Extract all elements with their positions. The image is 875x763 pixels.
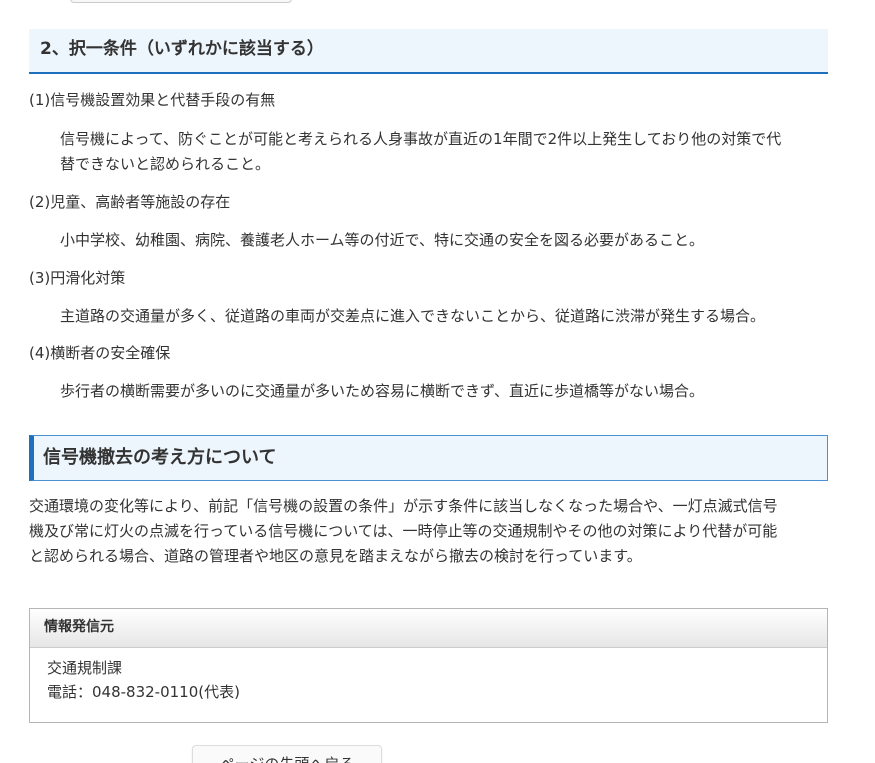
main-content: 2、択一条件（いずれかに該当する） (1)信号機設置効果と代替手段の有無 信号機…: [29, 29, 828, 723]
info-source-box: 情報発信元 交通規制課 電話：048-832-0110(代表): [29, 608, 828, 723]
condition-description: 小中学校、幼稚園、病院、養護老人ホーム等の付近で、特に交通の安全を図る必要がある…: [29, 228, 828, 253]
condition-title: (2)児童、高齢者等施設の存在: [29, 193, 231, 211]
condition-item: (4)横断者の安全確保 歩行者の横断需要が多いのに交通量が多いため容易に横断でき…: [29, 342, 828, 404]
condition-title: (4)横断者の安全確保: [29, 344, 171, 362]
condition-description: 主道路の交通量が多く、従道路の車両が交差点に進入できないことから、従道路に渋滞が…: [29, 304, 828, 329]
condition-list: (1)信号機設置効果と代替手段の有無 信号機によって、防ぐことが可能と考えられる…: [29, 89, 828, 404]
condition-title: (1)信号機設置効果と代替手段の有無: [29, 91, 276, 109]
page: 2、択一条件（いずれかに該当する） (1)信号機設置効果と代替手段の有無 信号機…: [0, 0, 875, 763]
body-line: 機及び常に灯火の点滅を行っている信号機については、一時停止等の交通規制やその他の…: [29, 522, 778, 540]
selection-conditions-heading: 2、択一条件（いずれかに該当する）: [29, 29, 828, 74]
signal-removal-heading: 信号機撤去の考え方について: [29, 435, 828, 481]
top-button-edge[interactable]: [70, 0, 292, 3]
body-line: 交通環境の変化等により、前記「信号機の設置の条件」が示す条件に該当しなくなった場…: [29, 497, 778, 515]
body-line: と認められる場合、道路の管理者や地区の意見を踏まえながら撤去の検討を行っています…: [29, 547, 642, 565]
back-to-top-button[interactable]: ページの先頭へ戻る: [192, 745, 382, 763]
condition-desc-line: 信号機によって、防ぐことが可能と考えられる人身事故が直近の1年間で2件以上発生し…: [60, 130, 782, 148]
info-source-heading: 情報発信元: [30, 609, 827, 648]
condition-item: (3)円滑化対策 主道路の交通量が多く、従道路の車両が交差点に進入できないことか…: [29, 267, 828, 329]
department-name: 交通規制課: [47, 659, 123, 677]
info-source-body: 交通規制課 電話：048-832-0110(代表): [30, 648, 827, 722]
phone-number: 電話：048-832-0110(代表): [47, 683, 240, 701]
condition-title: (3)円滑化対策: [29, 269, 126, 287]
condition-description: 信号機によって、防ぐことが可能と考えられる人身事故が直近の1年間で2件以上発生し…: [29, 127, 828, 177]
condition-item: (2)児童、高齢者等施設の存在 小中学校、幼稚園、病院、養護老人ホーム等の付近で…: [29, 191, 828, 253]
condition-description: 歩行者の横断需要が多いのに交通量が多いため容易に横断できず、直近に歩道橋等がない…: [29, 379, 828, 404]
condition-item: (1)信号機設置効果と代替手段の有無 信号機によって、防ぐことが可能と考えられる…: [29, 89, 828, 177]
condition-desc-line: 主道路の交通量が多く、従道路の車両が交差点に進入できないことから、従道路に渋滞が…: [60, 307, 766, 325]
condition-desc-line: 歩行者の横断需要が多いのに交通量が多いため容易に横断できず、直近に歩道橋等がない…: [60, 382, 704, 400]
condition-desc-line: 替できないと認められること。: [60, 155, 271, 173]
signal-removal-body: 交通環境の変化等により、前記「信号機の設置の条件」が示す条件に該当しなくなった場…: [29, 494, 828, 569]
condition-desc-line: 小中学校、幼稚園、病院、養護老人ホーム等の付近で、特に交通の安全を図る必要がある…: [60, 231, 704, 249]
